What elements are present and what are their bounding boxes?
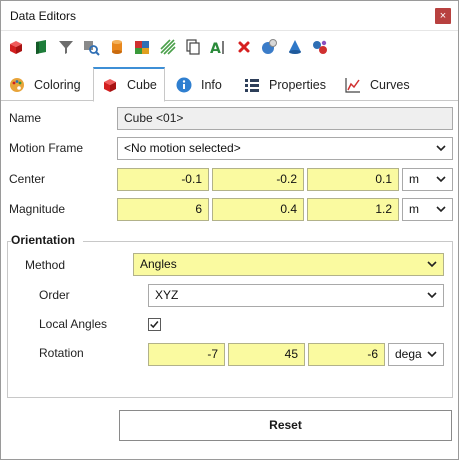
tab-curves-label: Curves [370, 78, 410, 92]
reset-button[interactable]: Reset [119, 410, 452, 441]
magnitude-y-field[interactable]: 0.4 [212, 198, 304, 221]
tab-coloring[interactable]: Coloring [9, 69, 81, 101]
center-unit-value: m [409, 172, 419, 186]
rotation-x-field[interactable]: -7 [148, 343, 225, 366]
tab-info[interactable]: Info [176, 69, 222, 101]
grid-icon [244, 77, 260, 93]
window-title: Data Editors [10, 9, 77, 23]
center-x-field[interactable]: -0.1 [117, 168, 209, 191]
info-icon [176, 77, 192, 93]
red-cube-icon [102, 77, 118, 93]
chart-curve-icon [345, 77, 361, 93]
chevron-down-icon [436, 206, 446, 213]
tab-properties[interactable]: Properties [244, 69, 326, 101]
magnitude-unit-dropdown[interactable]: m [402, 198, 453, 221]
cone-icon[interactable] [285, 37, 305, 57]
tab-curves[interactable]: Curves [345, 69, 410, 101]
gear-sphere-icon[interactable] [259, 37, 279, 57]
red-cube-icon[interactable] [6, 37, 26, 57]
tab-properties-label: Properties [269, 78, 326, 92]
order-label: Order [39, 288, 70, 302]
chevron-down-icon [436, 145, 446, 152]
tab-info-label: Info [201, 78, 222, 92]
center-y-field[interactable]: -0.2 [212, 168, 304, 191]
chevron-down-icon [436, 176, 446, 183]
text-cursor-icon[interactable]: A [208, 37, 228, 57]
name-field[interactable]: Cube <01> [117, 107, 453, 130]
hatch-lines-icon[interactable] [158, 37, 178, 57]
method-value: Angles [140, 257, 177, 271]
chevron-down-icon [427, 351, 437, 358]
center-unit-dropdown[interactable]: m [402, 168, 453, 191]
toolbar: A [1, 32, 458, 62]
green-flag-icon[interactable] [31, 37, 51, 57]
funnel-icon[interactable] [56, 37, 76, 57]
magnitude-unit-value: m [409, 202, 419, 216]
center-label: Center [9, 172, 46, 186]
copy-icon[interactable] [183, 37, 203, 57]
magnitude-z-field[interactable]: 1.2 [307, 198, 399, 221]
method-dropdown[interactable]: Angles [133, 253, 444, 276]
tab-coloring-label: Coloring [34, 78, 81, 92]
name-label: Name [9, 111, 42, 125]
method-label: Method [25, 258, 66, 272]
rotation-unit-value: dega [395, 347, 422, 361]
tab-cube[interactable]: Cube [93, 67, 165, 102]
checkmark-icon [150, 321, 159, 329]
motion-frame-dropdown[interactable]: <No motion selected> [117, 137, 453, 160]
motion-frame-value: <No motion selected> [124, 141, 241, 155]
chevron-down-icon [427, 261, 437, 268]
local-angles-checkbox[interactable] [148, 318, 161, 331]
center-z-field[interactable]: 0.1 [307, 168, 399, 191]
rotation-label: Rotation [39, 346, 84, 360]
svg-text:A: A [210, 41, 221, 57]
order-value: XYZ [155, 288, 179, 302]
title-bar: Data Editors × [1, 1, 458, 31]
local-angles-label: Local Angles [39, 317, 108, 331]
rotation-y-field[interactable]: 45 [228, 343, 305, 366]
magnitude-label: Magnitude [9, 202, 66, 216]
chevron-down-icon [427, 292, 437, 299]
magnitude-x-field[interactable]: 6 [117, 198, 209, 221]
orientation-group-title: Orientation [11, 233, 76, 247]
rotation-unit-dropdown[interactable]: dega [388, 343, 444, 366]
tab-cube-label: Cube [127, 78, 157, 92]
delete-x-icon[interactable] [234, 37, 254, 57]
order-dropdown[interactable]: XYZ [148, 284, 444, 307]
close-button[interactable]: × [435, 8, 451, 24]
molecule-icon[interactable] [310, 37, 330, 57]
motion-frame-label: Motion Frame [9, 141, 84, 155]
search-box-icon[interactable] [81, 37, 101, 57]
palette-icon [9, 77, 25, 93]
cylinder-icon[interactable] [107, 37, 127, 57]
rotation-z-field[interactable]: -6 [308, 343, 385, 366]
multi-cube-icon[interactable] [132, 37, 152, 57]
tab-bar: Coloring Cube Info Properties Curves [1, 67, 458, 102]
data-editors-window: Data Editors × A Coloring Cube Info Prop… [0, 0, 459, 460]
